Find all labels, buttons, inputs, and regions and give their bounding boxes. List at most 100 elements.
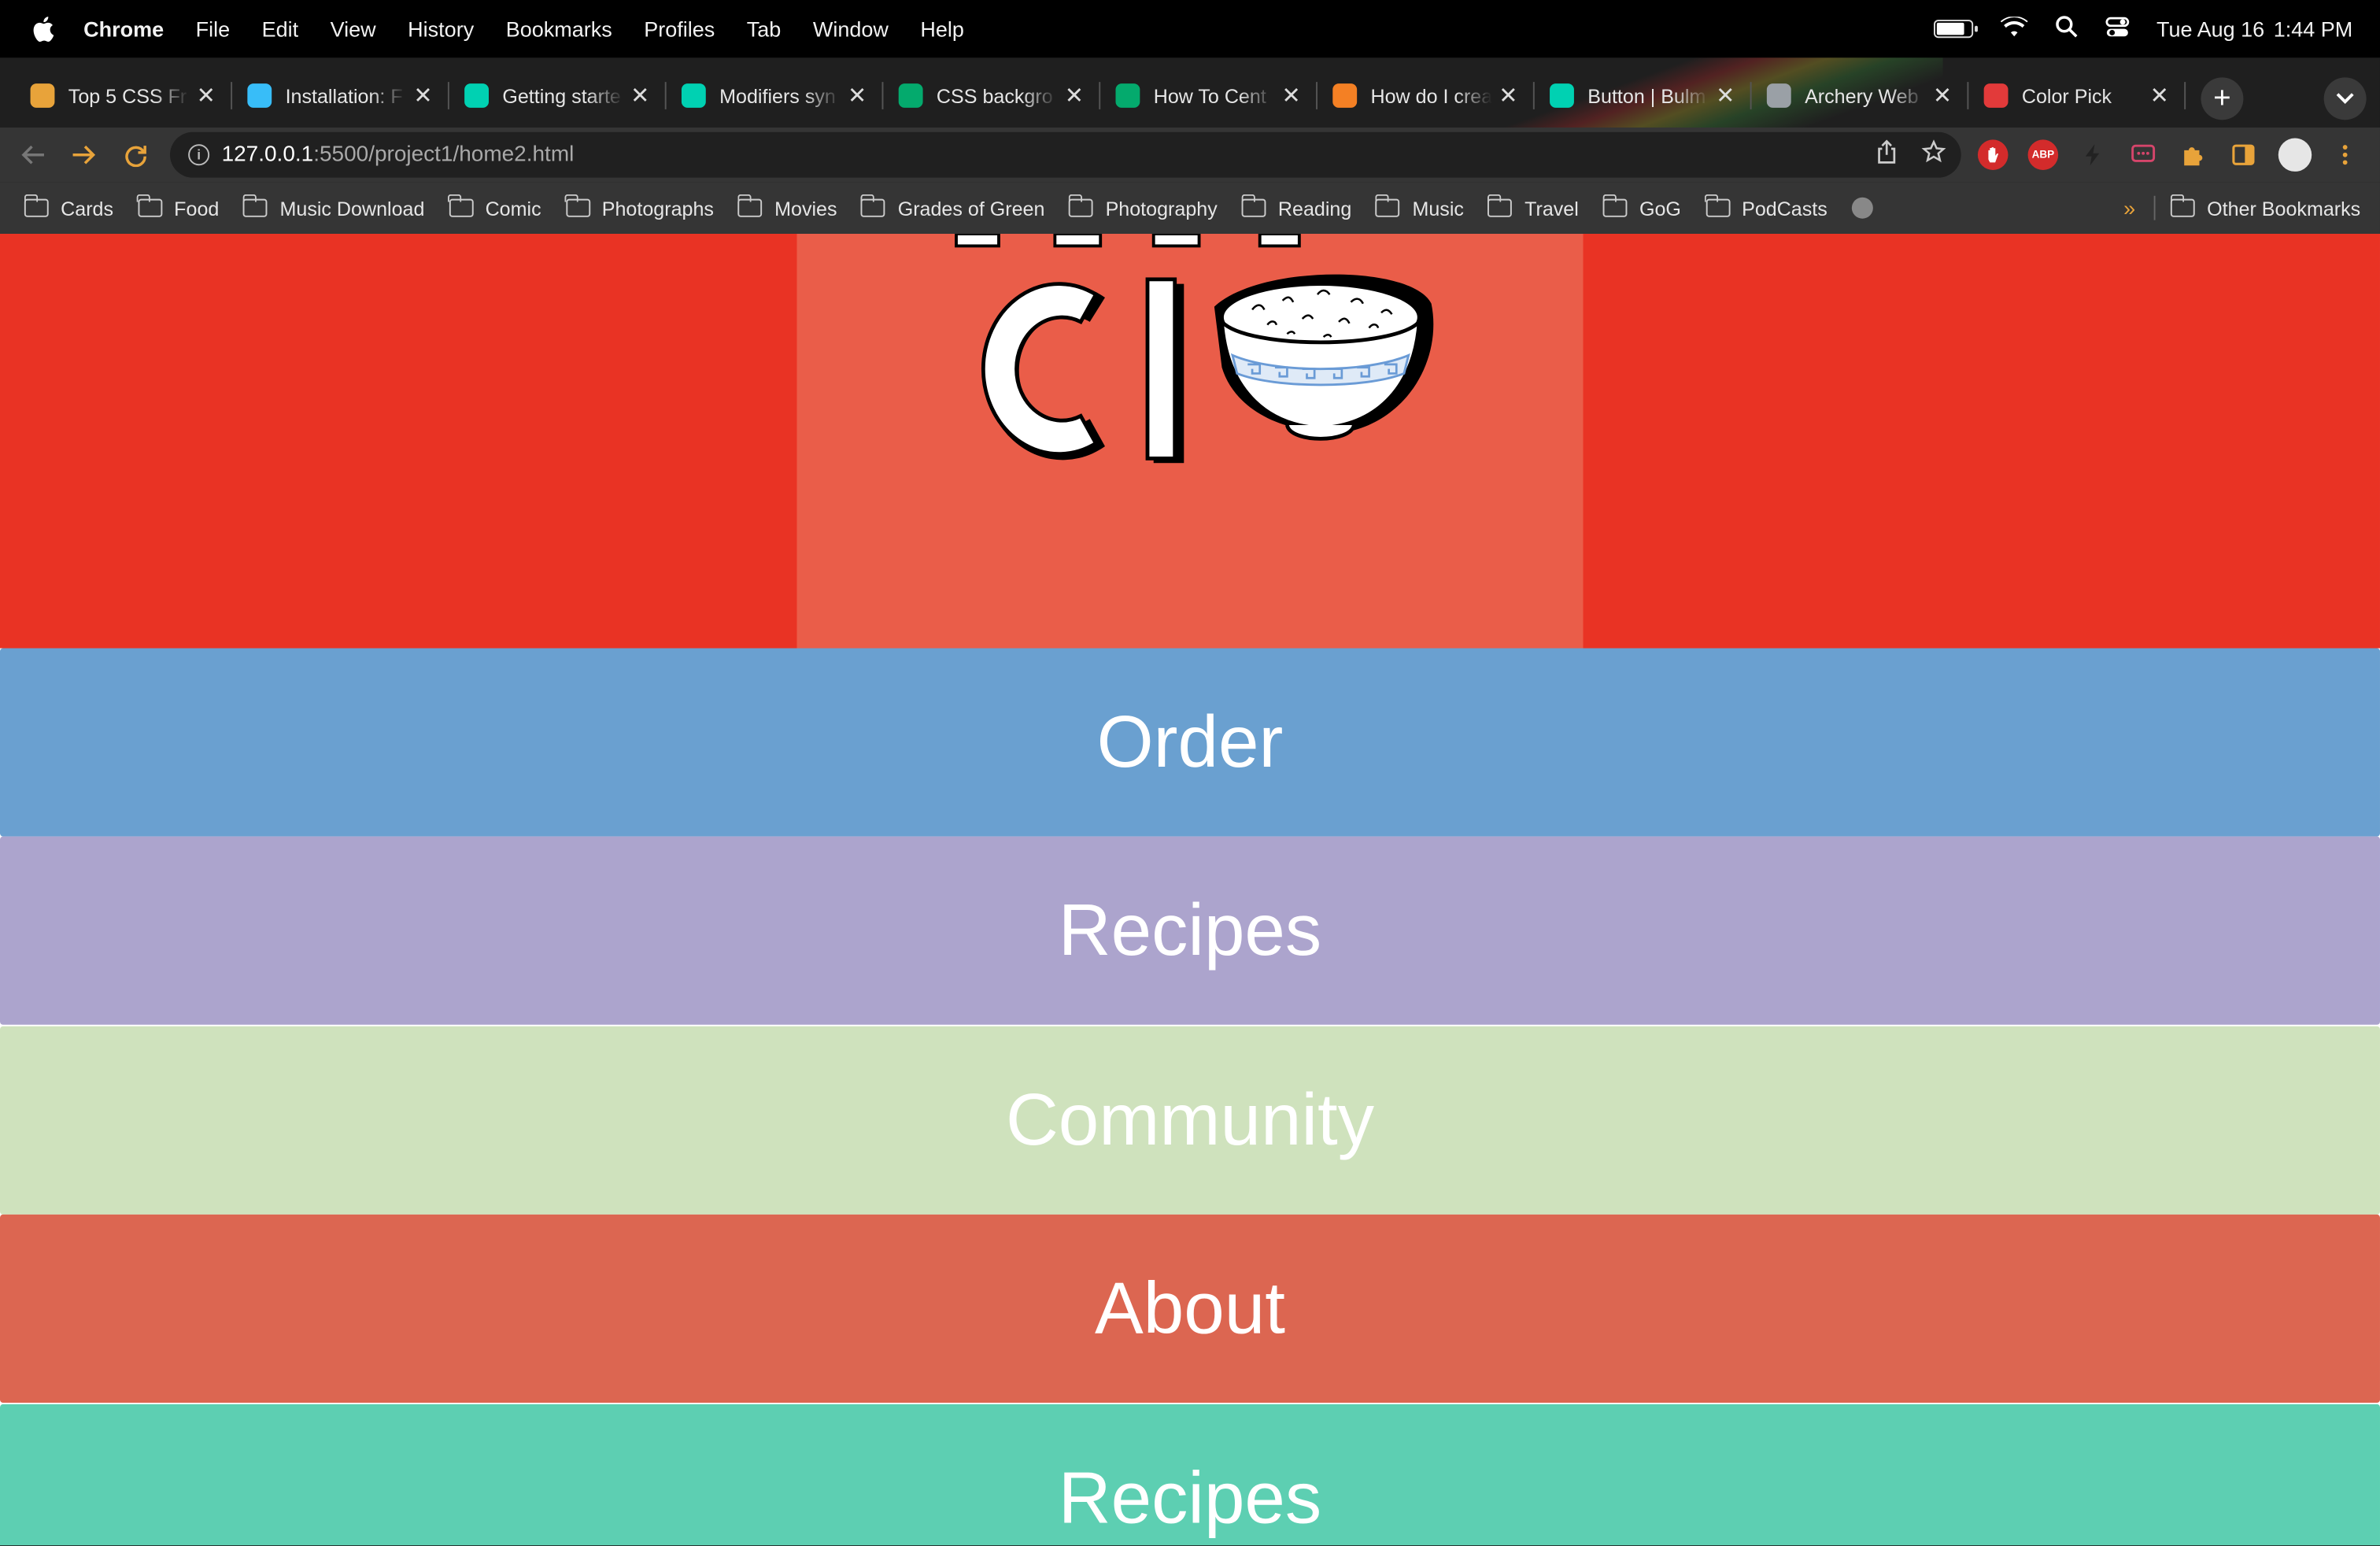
menu-profiles[interactable]: Profiles [644, 17, 715, 41]
wifi-icon[interactable] [2000, 15, 2028, 42]
profile-avatar[interactable] [2278, 138, 2312, 172]
new-tab-plus-icon[interactable]: + [2201, 77, 2244, 120]
url-host: 127.0.0.1 [221, 142, 314, 168]
forward-arrow-icon[interactable] [65, 137, 102, 173]
control-center-icon[interactable] [2105, 16, 2129, 42]
folder-icon [24, 194, 49, 217]
close-tab-icon[interactable]: ✕ [1499, 82, 1517, 109]
menu-history[interactable]: History [408, 17, 474, 41]
bookmark-folder[interactable]: Movies [737, 194, 837, 220]
bookmark-folder[interactable]: Comic [448, 194, 541, 220]
menu-app-name[interactable]: Chrome [83, 17, 164, 41]
nav-block-label: About [1095, 1268, 1285, 1349]
bookmark-folder[interactable]: Grades of Green [860, 194, 1044, 220]
bulma-icon [681, 83, 706, 108]
nav-block-order[interactable]: Order [0, 648, 2380, 837]
browser-tab[interactable]: CSS backgro ✕ [883, 73, 1101, 119]
tab-title: Getting starte [502, 84, 621, 107]
nav-block-label: Recipes [1058, 1458, 1322, 1539]
bookmark-folder[interactable]: Cards [24, 194, 113, 220]
adblock-hand-icon[interactable] [1977, 139, 2009, 170]
close-tab-icon[interactable]: ✕ [1065, 82, 1084, 109]
nav-block-recipes[interactable]: Recipes [0, 836, 2380, 1025]
menu-time[interactable]: 1:44 PM [2274, 17, 2353, 41]
share-icon[interactable] [1876, 139, 1898, 170]
browser-tab[interactable]: How do I crea ✕ [1318, 73, 1535, 119]
close-tab-icon[interactable]: ✕ [1933, 82, 1952, 109]
browser-tab[interactable]: Color Pick ✕ [1968, 73, 2186, 119]
folder-icon [137, 194, 162, 217]
bookmark-label: GoG [1639, 196, 1681, 220]
bookmark-folder[interactable]: GoG [1602, 194, 1681, 220]
browser-tab[interactable]: Modifiers syn ✕ [667, 73, 884, 119]
close-tab-icon[interactable]: ✕ [2150, 82, 2169, 109]
bookmark-folder[interactable]: Photography [1068, 194, 1218, 220]
extensions-puzzle-icon[interactable] [2178, 139, 2208, 170]
folder-icon [448, 194, 474, 217]
menu-bookmarks[interactable]: Bookmarks [506, 17, 612, 41]
site-info-icon[interactable]: i [188, 144, 210, 166]
menu-help[interactable]: Help [920, 17, 964, 41]
close-tab-icon[interactable]: ✕ [413, 82, 432, 109]
globe-icon [1766, 83, 1791, 108]
bookmark-folder[interactable]: Reading [1240, 194, 1352, 220]
bookmark-label: Travel [1524, 196, 1579, 220]
menu-window[interactable]: Window [813, 17, 889, 41]
bookmark-folder[interactable]: Travel [1488, 194, 1579, 220]
bookmarks-bar: Cards Food Music Download Comic Photographs M… [0, 182, 2380, 234]
close-tab-icon[interactable]: ✕ [1282, 82, 1301, 109]
address-bar[interactable]: i 127.0.0.1:5500/project1/home2.html [169, 131, 1961, 178]
reload-icon[interactable] [116, 137, 153, 173]
menu-edit[interactable]: Edit [262, 17, 299, 41]
chrome-icon [30, 83, 55, 108]
nav-block-community[interactable]: Community [0, 1026, 2380, 1215]
browser-tab[interactable]: Installation: F ✕ [232, 73, 449, 119]
globe-bookmark-icon[interactable] [1851, 197, 1873, 219]
bookmark-folder[interactable]: Food [137, 194, 219, 220]
close-tab-icon[interactable]: ✕ [197, 82, 216, 109]
macos-menu-bar: Chrome File Edit View History Bookmarks … [0, 0, 2380, 58]
browser-tab[interactable]: How To Cent ✕ [1100, 73, 1318, 119]
bookmark-label: Comic [485, 196, 541, 220]
screen-extension-icon[interactable] [2128, 139, 2159, 170]
apple-logo-icon[interactable] [29, 15, 57, 43]
back-arrow-icon[interactable] [15, 137, 51, 173]
tab-title: Top 5 CSS Fr [68, 84, 187, 107]
bookmarks-overflow-icon[interactable]: » [2123, 196, 2135, 220]
bookmark-star-icon[interactable] [1921, 139, 1946, 170]
tab-separator [2184, 82, 2186, 109]
bookmark-label: Movies [774, 196, 837, 220]
bookmark-folder[interactable]: Music [1375, 194, 1464, 220]
tab-search-chevron-icon[interactable] [2323, 77, 2367, 120]
bookmark-label: Reading [1277, 196, 1352, 220]
bookmark-folder[interactable]: Photographs [564, 194, 714, 220]
url-path: :5500/project1/home2.html [313, 142, 575, 168]
chrome-menu-kebab-icon[interactable] [2330, 139, 2360, 170]
browser-tab[interactable]: Getting starte ✕ [449, 73, 667, 119]
bookmark-other-bookmarks[interactable]: Other Bookmarks [2170, 194, 2360, 220]
browser-tab[interactable]: Archery Web ✕ [1752, 73, 1969, 119]
folder-icon [1602, 194, 1628, 217]
adblock-plus-icon[interactable]: ABP [2027, 139, 2059, 170]
close-tab-icon[interactable]: ✕ [630, 82, 649, 109]
w3schools-icon [898, 83, 923, 108]
side-panel-icon[interactable] [2228, 139, 2259, 170]
bookmark-label: PodCasts [1742, 196, 1828, 220]
menu-view[interactable]: View [331, 17, 376, 41]
tab-title: Color Pick [2021, 84, 2112, 107]
browser-tab[interactable]: Button | Bulm ✕ [1535, 73, 1752, 119]
bookmark-label: Photographs [601, 196, 714, 220]
battery-icon[interactable] [1933, 20, 1978, 39]
bookmark-folder[interactable]: Music Download [242, 194, 424, 220]
menu-date[interactable]: Tue Aug 16 [2156, 17, 2264, 41]
close-tab-icon[interactable]: ✕ [848, 82, 867, 109]
bolt-extension-icon[interactable] [2078, 139, 2108, 170]
bookmark-folder[interactable]: PodCasts [1705, 194, 1828, 220]
nav-block-about[interactable]: About [0, 1214, 2380, 1403]
close-tab-icon[interactable]: ✕ [1716, 82, 1735, 109]
menu-tab[interactable]: Tab [747, 17, 782, 41]
nav-block-recipes[interactable]: Recipes [0, 1404, 2380, 1546]
browser-tab[interactable]: Top 5 CSS Fr ✕ [15, 73, 233, 119]
menu-file[interactable]: File [196, 17, 231, 41]
spotlight-search-icon[interactable] [2055, 15, 2078, 43]
